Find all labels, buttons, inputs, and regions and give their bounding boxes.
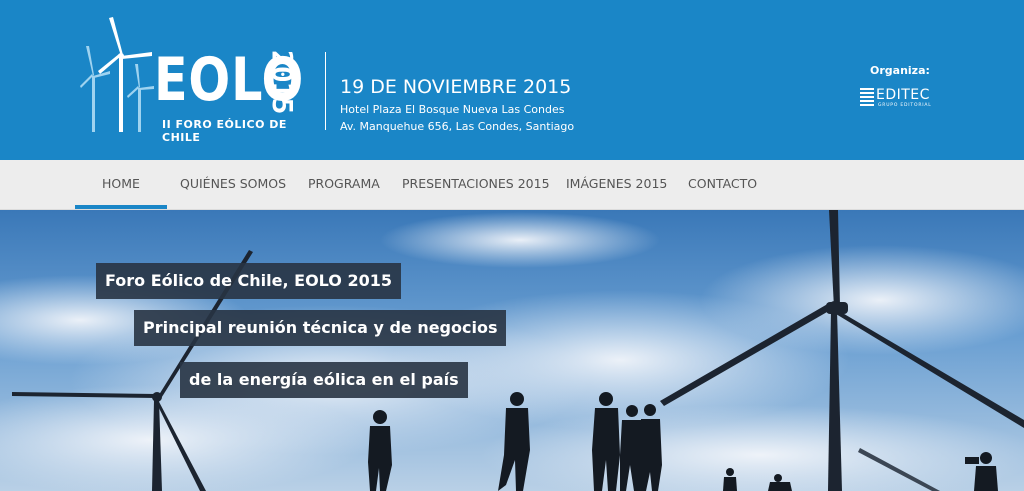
logo-subtitle: II FORO EÓLICO DE CHILE [162,118,287,144]
logo-year-text: 2015 [266,50,299,114]
event-venue: Hotel Plaza El Bosque Nueva Las Condes A… [340,103,575,133]
editec-tagline: GRUPO EDITORIAL [878,103,932,108]
main-nav: HOME QUIÉNES SOMOS PROGRAMA PRESENTACION… [0,160,1024,210]
nav-item-imagenes[interactable]: IMÁGENES 2015 [566,160,667,209]
nav-item-quienes-somos[interactable]: QUIÉNES SOMOS [180,160,286,209]
site-header: EOLO 2015 II FORO EÓLICO DE CHILE 19 DE … [0,0,1024,160]
hero-caption-3: de la energía eólica en el país [180,362,468,398]
editec-name: EDITEC [876,87,930,103]
wind-turbine-icon [80,17,154,132]
nav-item-programa[interactable]: PROGRAMA [308,160,380,209]
nav-item-contacto[interactable]: CONTACTO [688,160,757,209]
nav-item-presentaciones[interactable]: PRESENTACIONES 2015 [402,160,550,209]
logo-year: 2015 [266,50,300,114]
hero-banner: Foro Eólico de Chile, EOLO 2015 Principa… [0,210,1024,491]
nav-item-home[interactable]: HOME [75,160,167,209]
eolo-logo[interactable]: EOLO 2015 II FORO EÓLICO DE CHILE [80,16,320,144]
event-date: 19 DE NOVIEMBRE 2015 [340,76,572,98]
organizer-label: Organiza: [870,64,930,77]
hero-caption-2: Principal reunión técnica y de negocios [134,310,507,346]
editec-logo[interactable]: EDITEC GRUPO EDITORIAL [858,86,958,110]
hero-image [0,210,1024,491]
header-divider [325,52,326,130]
hero-caption-1: Foro Eólico de Chile, EOLO 2015 [96,263,401,299]
editec-mark-icon [860,88,874,106]
